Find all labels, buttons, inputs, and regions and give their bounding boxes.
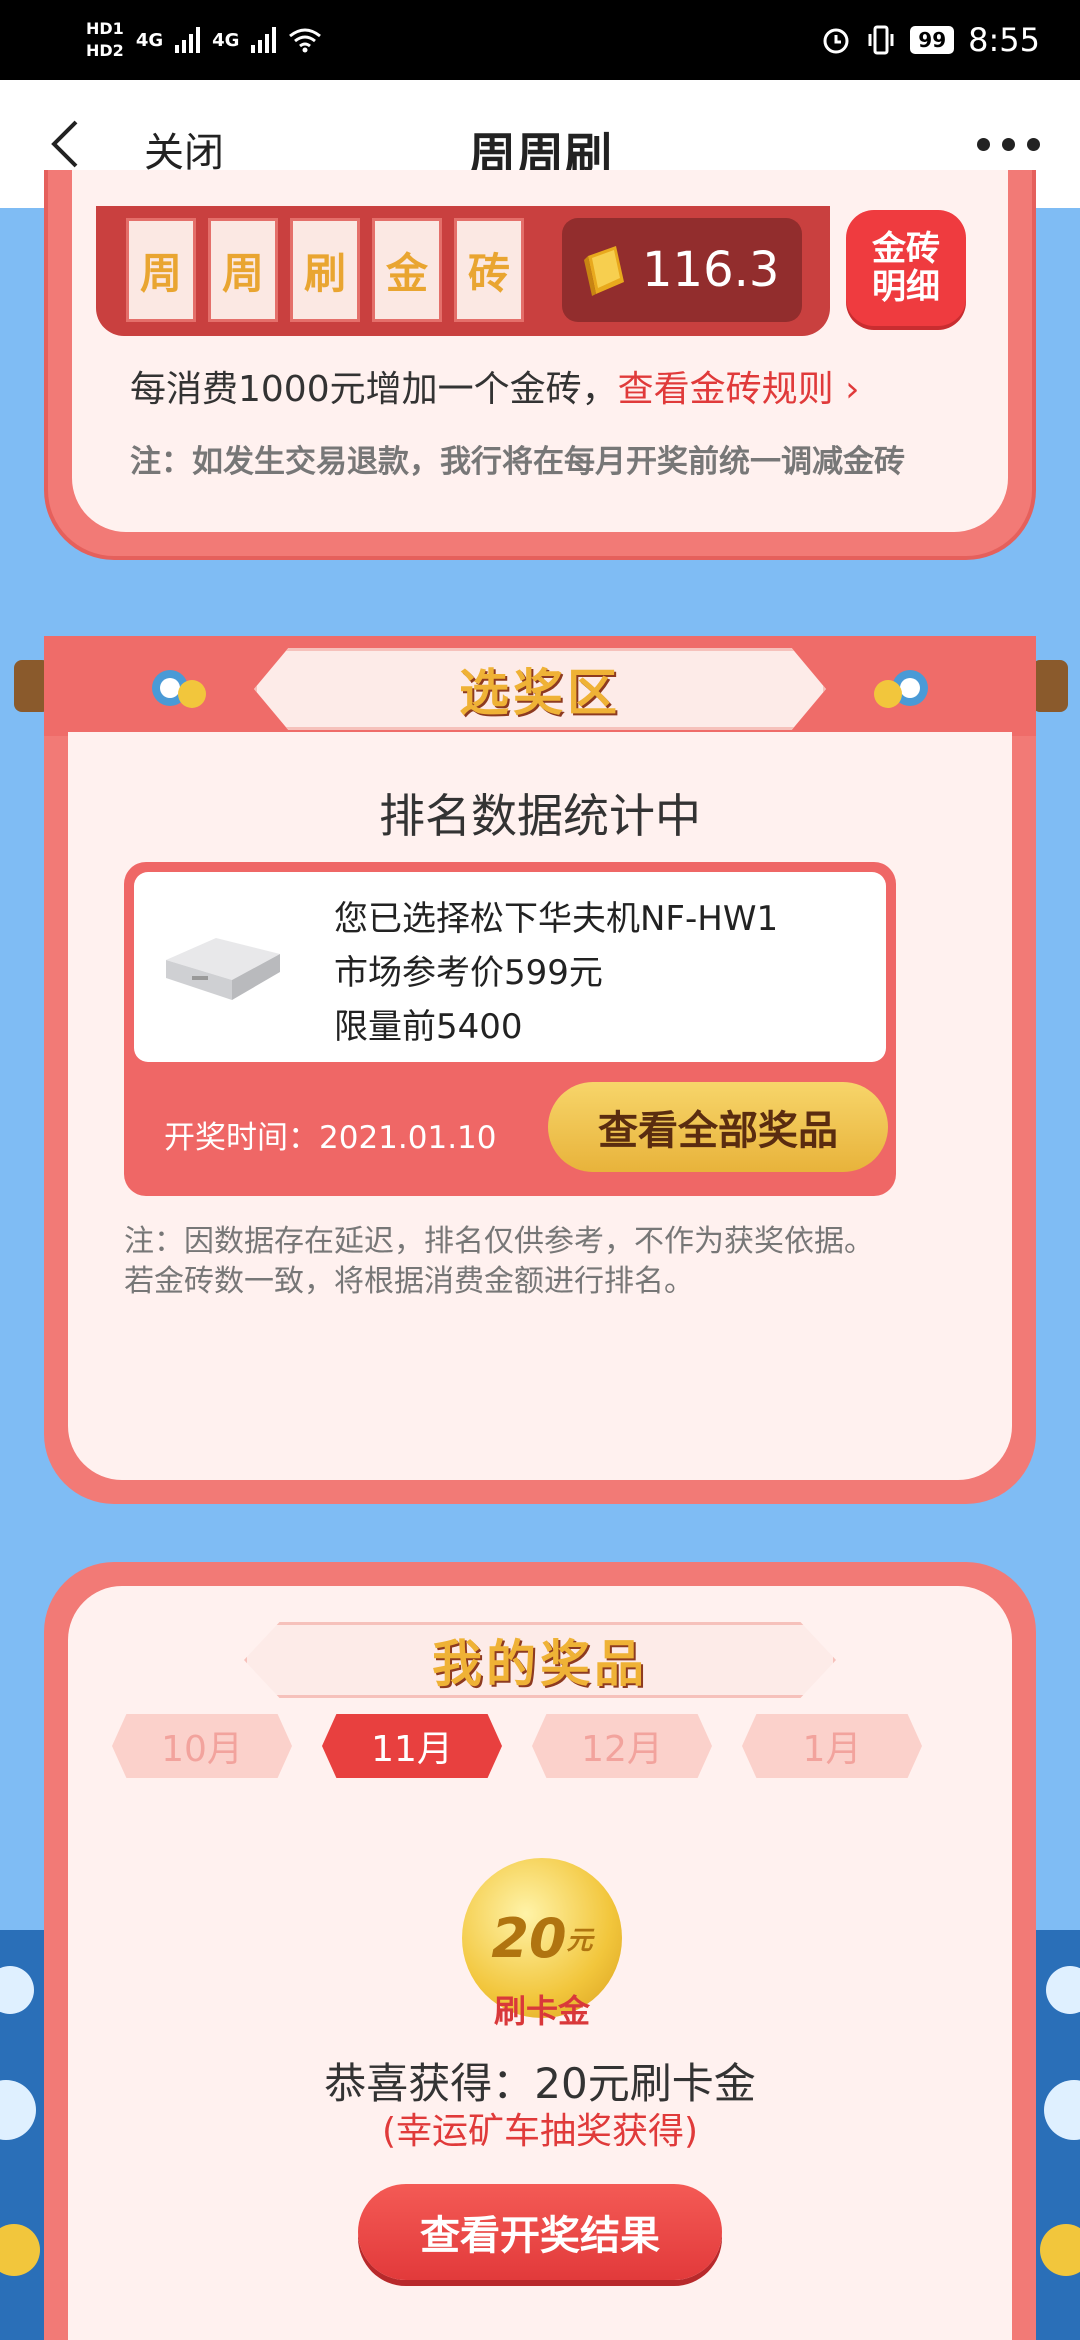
more-menu-icon[interactable] xyxy=(977,138,1040,151)
draw-time: 开奖时间：2021.01.10 xyxy=(164,1120,497,1156)
prize-limit: 限量前5400 xyxy=(334,1007,523,1047)
my-prizes-banner-text: 我的奖品 xyxy=(432,1634,648,1693)
side-wave-ornament-icon xyxy=(1036,1930,1080,2340)
ranking-note-line2: 若金砖数一致，将根据消费金额进行排名。 xyxy=(124,1264,694,1299)
my-prizes-panel: 我的奖品 10月 11月 12月 1月 20 元 刷卡金 恭喜获得：20元刷卡金 … xyxy=(44,1562,1036,2340)
brick-tile: 刷 xyxy=(290,218,360,322)
brick-detail-line1: 金砖 xyxy=(872,229,940,269)
battery-icon: 99 xyxy=(910,26,955,54)
view-all-prizes-button[interactable]: 查看全部奖品 xyxy=(548,1082,888,1172)
brick-tile: 砖 xyxy=(454,218,524,322)
brick-rule-link[interactable]: 查看金砖规则 › xyxy=(618,369,860,410)
signal-icon xyxy=(175,27,201,53)
prize-price: 市场参考价599元 xyxy=(334,953,603,993)
status-left: HD1 HD2 4G 4G xyxy=(86,18,322,62)
selected-prize-card: 您已选择松下华夫机NF-HW1 市场参考价599元 限量前5400 开奖时间：2… xyxy=(124,862,896,1196)
tab-month-dec[interactable]: 12月 xyxy=(532,1714,712,1778)
select-prize-banner: 选奖区 xyxy=(254,648,826,730)
net1-label: 4G xyxy=(135,29,164,51)
vibrate-icon xyxy=(868,25,894,55)
gold-brick-value: 116.3 xyxy=(642,242,780,298)
coin-value: 20 xyxy=(491,1906,567,1970)
ranking-status-title: 排名数据统计中 xyxy=(379,789,701,843)
tab-month-oct[interactable]: 10月 xyxy=(112,1714,292,1778)
brick-detail-line2: 明细 xyxy=(872,267,940,307)
wave-ornament-icon xyxy=(874,670,928,708)
coin-unit: 元 xyxy=(566,1925,593,1956)
signal-icon-2 xyxy=(251,27,277,53)
selected-prize-info: 您已选择松下华夫机NF-HW1 市场参考价599元 限量前5400 xyxy=(134,872,886,1062)
status-right: 99 8:55 xyxy=(820,21,1040,59)
brick-tiles: 周 周 刷 金 砖 xyxy=(126,218,524,322)
select-prize-panel: 选奖区 排名数据统计中 您已选择松下华夫机NF-HW1 市场参考价599元 限量… xyxy=(44,636,1036,1504)
waffle-maker-image xyxy=(166,938,280,1000)
brick-rule-text: 每消费1000元增加一个金砖， xyxy=(130,369,618,410)
month-tabs: 10月 11月 12月 1月 xyxy=(112,1714,922,1778)
brick-tile: 周 xyxy=(126,218,196,322)
net2-label: 4G xyxy=(212,29,240,51)
my-prizes-banner: 我的奖品 xyxy=(244,1622,836,1698)
gold-brick-bar: 周 周 刷 金 砖 116.3 xyxy=(96,206,830,336)
coin-label: 刷卡金 xyxy=(493,1992,590,2030)
status-bar: HD1 HD2 4G 4G 99 8:55 xyxy=(0,0,1080,80)
brick-rule-note: 注：如发生交易退款，我行将在每月开奖前统一调减金砖 xyxy=(130,444,905,480)
prize-lines: 您已选择松下华夫机NF-HW1 市场参考价599元 限量前5400 xyxy=(334,892,778,1054)
ranking-note: 注：因数据存在延迟，排名仅供参考，不作为获奖依据。 若金砖数一致，将根据消费金额… xyxy=(124,1222,874,1302)
brick-detail-button[interactable]: 金砖 明细 xyxy=(846,210,966,326)
brick-tile: 金 xyxy=(372,218,442,322)
view-draw-result-button[interactable]: 查看开奖结果 xyxy=(358,2184,722,2280)
ranking-note-line1: 注：因数据存在延迟，排名仅供参考，不作为获奖依据。 xyxy=(124,1224,874,1259)
gold-brick-icon xyxy=(584,246,624,296)
scroll-rod-right xyxy=(1032,660,1068,712)
brick-rule-line: 每消费1000元增加一个金砖，查看金砖规则 › xyxy=(130,360,859,412)
hd2-label: HD2 xyxy=(86,41,124,60)
alarm-icon xyxy=(823,28,849,54)
side-wave-ornament-icon xyxy=(0,1930,44,2340)
prize-name: 您已选择松下华夫机NF-HW1 xyxy=(334,899,779,939)
tab-month-nov[interactable]: 11月 xyxy=(322,1714,502,1778)
wave-ornament-icon xyxy=(152,670,206,708)
brick-rule-link-label: 查看金砖规则 xyxy=(617,369,834,410)
tab-month-jan[interactable]: 1月 xyxy=(742,1714,922,1778)
select-prize-banner-text: 选奖区 xyxy=(459,663,621,722)
gold-brick-count: 116.3 xyxy=(562,218,802,322)
hd-indicator: HD1 HD2 xyxy=(86,18,124,62)
clock: 8:55 xyxy=(968,21,1040,59)
won-prize-source: (幸运矿车抽奖获得) xyxy=(381,2111,699,2152)
brick-tile: 周 xyxy=(208,218,278,322)
hd1-label: HD1 xyxy=(86,19,124,38)
wifi-icon xyxy=(289,28,322,53)
